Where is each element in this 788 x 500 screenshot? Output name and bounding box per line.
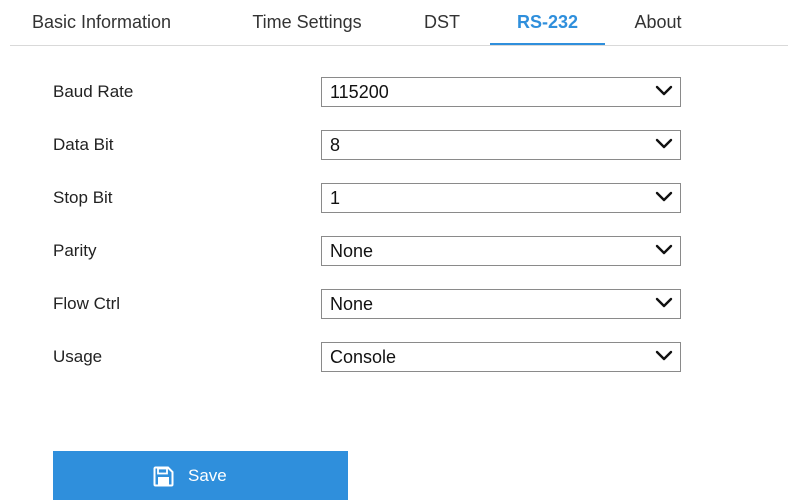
parity-row: Parity None bbox=[0, 236, 788, 266]
data-bit-label: Data Bit bbox=[53, 135, 114, 154]
tab-label: Basic Information bbox=[32, 12, 172, 32]
stop-bit-row: Stop Bit 1 bbox=[0, 183, 788, 213]
stop-bit-value: 1 bbox=[330, 188, 341, 208]
save-button[interactable]: Save bbox=[53, 451, 348, 500]
usage-value: Console bbox=[330, 347, 397, 367]
parity-label: Parity bbox=[53, 241, 97, 260]
data-bit-select[interactable]: 8 bbox=[321, 130, 681, 160]
baud-rate-row: Baud Rate 115200 bbox=[0, 77, 788, 107]
parity-value: None bbox=[330, 241, 374, 261]
flow-ctrl-value: None bbox=[330, 294, 374, 314]
baud-rate-label: Baud Rate bbox=[53, 82, 134, 101]
usage-row: Usage Console bbox=[0, 342, 788, 372]
stop-bit-label: Stop Bit bbox=[53, 188, 113, 207]
save-button-content: Save bbox=[153, 465, 227, 487]
tab-about[interactable]: About bbox=[622, 0, 694, 46]
floppy-disk-icon bbox=[153, 466, 174, 486]
parity-select[interactable]: None bbox=[321, 236, 681, 266]
tab-label: RS-232 bbox=[516, 12, 579, 32]
flow-ctrl-row: Flow Ctrl None bbox=[0, 289, 788, 319]
tab-basic-information[interactable]: Basic Information bbox=[12, 0, 212, 46]
flow-ctrl-select[interactable]: None bbox=[321, 289, 681, 319]
data-bit-value: 8 bbox=[330, 135, 341, 155]
flow-ctrl-label: Flow Ctrl bbox=[53, 294, 121, 313]
chevron-down-icon bbox=[655, 138, 673, 149]
tab-label: About bbox=[634, 12, 682, 32]
tab-rs-232[interactable]: RS-232 bbox=[490, 0, 605, 46]
usage-select[interactable]: Console bbox=[321, 342, 681, 372]
chevron-down-icon bbox=[655, 191, 673, 202]
chevron-down-icon bbox=[655, 244, 673, 255]
baud-rate-value: 115200 bbox=[330, 82, 389, 102]
tab-divider bbox=[10, 45, 788, 46]
tab-time-settings[interactable]: Time Settings bbox=[232, 0, 382, 46]
save-button-label: Save bbox=[188, 466, 227, 485]
chevron-down-icon bbox=[655, 350, 673, 361]
tab-label: Time Settings bbox=[252, 12, 362, 32]
chevron-down-icon bbox=[655, 297, 673, 308]
tab-dst[interactable]: DST bbox=[412, 0, 472, 46]
stop-bit-select[interactable]: 1 bbox=[321, 183, 681, 213]
data-bit-row: Data Bit 8 bbox=[0, 130, 788, 160]
tab-bar: Basic Information Time Settings DST RS-2… bbox=[0, 0, 788, 46]
usage-label: Usage bbox=[53, 347, 103, 366]
baud-rate-select[interactable]: 115200 bbox=[321, 77, 681, 107]
chevron-down-icon bbox=[655, 85, 673, 96]
tab-label: DST bbox=[424, 12, 460, 32]
